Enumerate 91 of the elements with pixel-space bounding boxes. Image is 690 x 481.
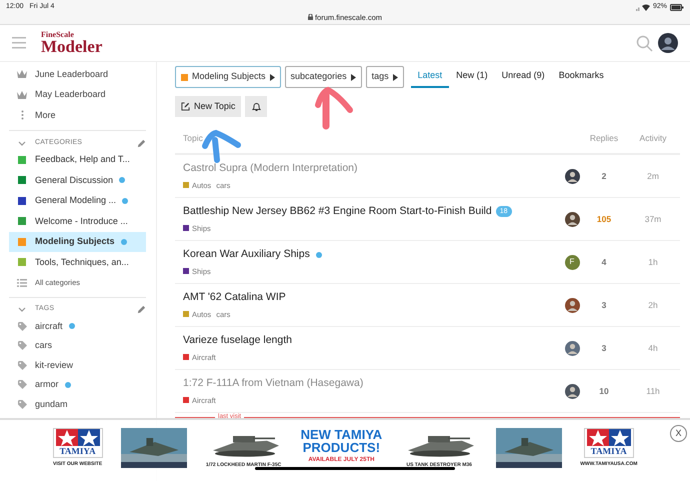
user-avatar[interactable]: F — [564, 254, 580, 270]
caret-icon — [270, 74, 275, 80]
sidebar-tag[interactable]: cars — [9, 336, 146, 356]
reply-count: 4 — [600, 256, 608, 268]
lock-icon — [308, 14, 313, 20]
topic-title[interactable]: Castrol Supra (Modern Interpretation) — [183, 161, 358, 177]
nav-tab[interactable]: New (1) — [449, 66, 495, 88]
tag-label: aircraft — [35, 320, 63, 332]
close-button[interactable]: X — [670, 425, 687, 442]
tag-label: armor — [35, 378, 59, 391]
wifi-icon — [636, 4, 650, 11]
notification-button[interactable] — [245, 96, 268, 117]
category-label: Welcome - Introduce ... — [35, 214, 128, 228]
edit-icon — [181, 102, 190, 111]
user-avatar[interactable] — [564, 212, 580, 226]
tag-icon — [18, 360, 26, 370]
filter-dropdown[interactable]: Modeling Subjects — [175, 66, 281, 88]
more-icon — [20, 110, 24, 120]
battery-icon — [670, 4, 684, 11]
sidebar-tag[interactable]: aircraft — [9, 316, 146, 336]
sidebar-category[interactable]: Tools, Techniques, an... — [9, 252, 146, 272]
sidebar-tag[interactable]: armor — [9, 375, 146, 394]
reply-count: 10 — [598, 384, 610, 398]
topic-title[interactable]: Battleship New Jersey BB62 #3 Engine Room Start-to-Finish Build — [183, 204, 492, 220]
list-icon — [17, 278, 27, 286]
caret-icon — [392, 74, 398, 80]
site-logo[interactable]: FineScale Modeler — [41, 31, 102, 55]
user-avatar[interactable] — [564, 168, 580, 184]
nav-tab[interactable]: Unread (9) — [494, 66, 552, 88]
activity-time: 2m — [646, 170, 660, 182]
brand-name: TAMIYA — [590, 446, 627, 457]
tag-icon — [18, 400, 26, 409]
activity-time: 1h — [647, 256, 659, 268]
sidebar-category[interactable]: Modeling Subjects — [9, 232, 146, 252]
caret-icon — [350, 74, 356, 80]
sidebar-category[interactable]: General Discussion — [9, 170, 146, 190]
sidebar-tag[interactable]: kit-review — [9, 356, 146, 375]
sidebar-tag[interactable]: gundam — [9, 394, 146, 414]
reply-count: 2 — [600, 170, 608, 182]
category-label: Modeling Subjects — [35, 235, 115, 248]
topic-title[interactable]: Korean War Auxiliary Ships — [183, 247, 310, 263]
activity-time: 11h — [645, 384, 661, 398]
star-icon — [586, 429, 631, 446]
tag-label: kit-review — [35, 358, 74, 372]
filter-dropdown[interactable]: tags — [366, 66, 404, 88]
user-avatar[interactable] — [658, 33, 678, 53]
category-label: General Modeling ... — [35, 194, 116, 207]
sidebar-category[interactable]: Feedback, Help and T... — [9, 150, 146, 170]
brand-name: TAMIYA — [60, 446, 96, 457]
user-avatar[interactable] — [564, 298, 580, 312]
tag-icon — [18, 322, 26, 331]
activity-time: 4h — [647, 342, 659, 354]
ad-headline: NEW TAMIYA — [300, 428, 382, 441]
category-label: General Discussion — [35, 174, 114, 186]
sidebar-link[interactable]: May Leaderboard — [35, 88, 106, 102]
brand-logo[interactable]: TAMIYA — [52, 428, 103, 458]
ad-headline: PRODUCTS! — [302, 441, 380, 454]
chevron-icon[interactable] — [18, 306, 26, 312]
topic-title[interactable]: AMT '62 Catalina WIP — [183, 290, 286, 306]
topic-title[interactable]: Varieze fuselage length — [183, 333, 292, 349]
crown-icon — [17, 90, 27, 99]
user-avatar[interactable] — [564, 384, 580, 398]
reply-count: 3 — [600, 298, 608, 312]
sidebar-category[interactable]: Welcome - Introduce ... — [9, 211, 146, 232]
filter-dropdown[interactable]: subcategories — [284, 66, 362, 88]
sidebar-category[interactable]: General Modeling ... — [9, 190, 146, 211]
star-icon — [56, 429, 100, 446]
logo-main-text: Modeler — [41, 38, 102, 55]
bell-icon — [252, 102, 261, 112]
crown-icon — [17, 70, 27, 78]
reply-count: 3 — [600, 342, 608, 354]
sidebar-link[interactable]: More — [35, 108, 56, 122]
activity-time: 37m — [644, 212, 662, 226]
tag-label: gundam — [35, 398, 68, 411]
logo-top-text: FineScale — [41, 31, 75, 39]
tag-icon — [18, 341, 26, 350]
pencil-icon[interactable] — [137, 138, 146, 148]
nav-tab[interactable]: Bookmarks — [552, 66, 611, 88]
chevron-icon[interactable] — [18, 140, 26, 146]
tag-label: cars — [35, 339, 52, 352]
activity-time: 2h — [647, 298, 659, 312]
brand-logo[interactable]: TAMIYA — [584, 428, 634, 458]
pencil-icon[interactable] — [137, 304, 146, 314]
category-label: Tools, Techniques, an... — [35, 256, 129, 269]
sidebar-link[interactable]: June Leaderboard — [35, 68, 108, 81]
reply-count: 105 — [596, 212, 612, 226]
tag-icon — [18, 380, 26, 390]
topic-title[interactable]: 1:72 F-111A from Vietnam (Hasegawa) — [183, 376, 364, 392]
nav-tab[interactable]: Latest — [410, 66, 450, 88]
new-topic-button[interactable]: New Topic — [175, 96, 242, 117]
category-label: Feedback, Help and T... — [35, 153, 130, 166]
